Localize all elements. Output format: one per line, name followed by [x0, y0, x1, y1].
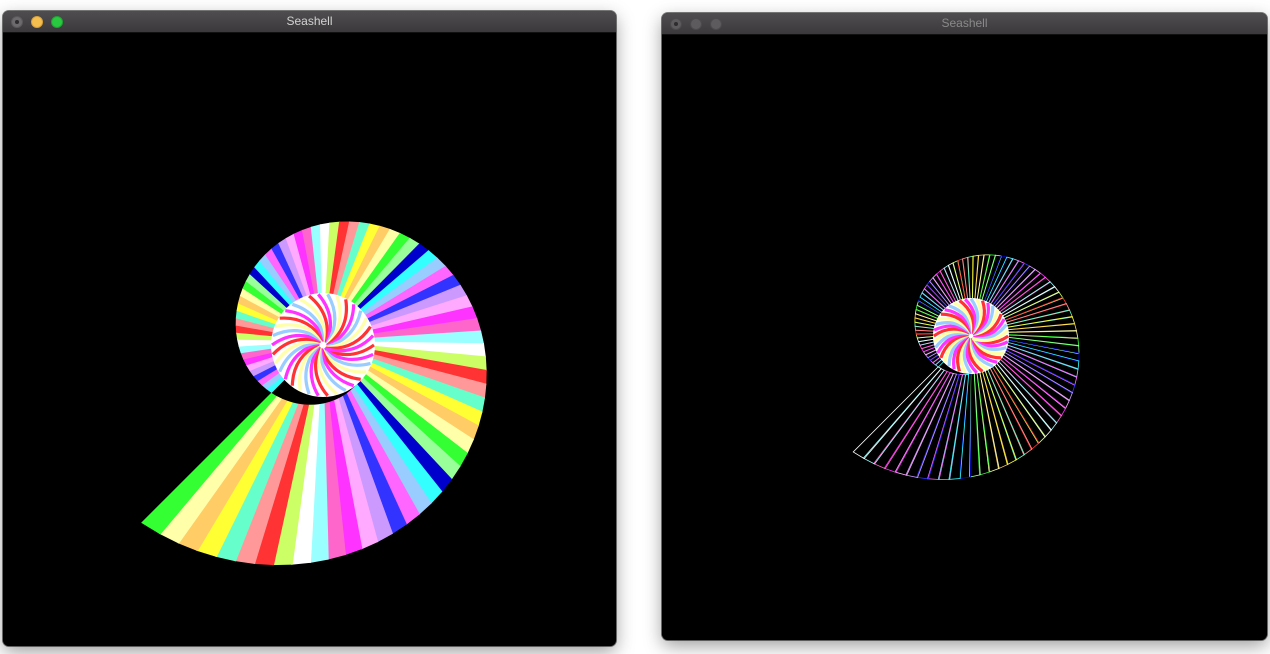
shell-band [983, 367, 1025, 461]
titlebar[interactable]: Seashell [3, 11, 616, 33]
seashell-window-wireframe[interactable]: Seashell [662, 13, 1267, 640]
window-title: Seashell [941, 16, 988, 30]
shell-band [999, 349, 1073, 402]
titlebar[interactable]: Seashell [662, 13, 1267, 35]
seashell-render-wireframe [852, 254, 1080, 480]
shell-band [883, 371, 951, 473]
seashell-window-solid[interactable]: Seashell [3, 11, 616, 646]
render-canvas[interactable] [3, 33, 616, 646]
seashell-render-solid [141, 221, 487, 566]
window-title: Seashell [286, 14, 333, 28]
shell-band [998, 351, 1070, 410]
render-canvas[interactable] [662, 35, 1267, 640]
shell-band [862, 368, 945, 465]
shell-band [905, 372, 958, 478]
